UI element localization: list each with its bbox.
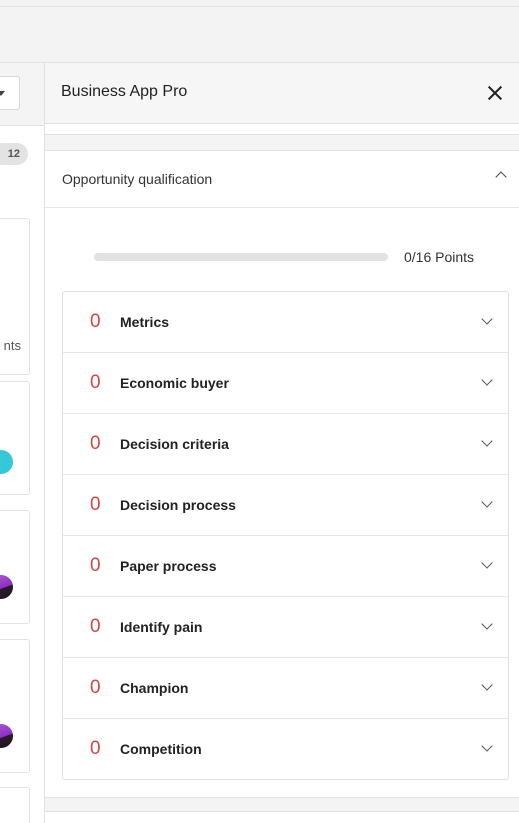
- criterion-champion[interactable]: 0 Champion: [63, 657, 508, 718]
- criterion-paper-process[interactable]: 0 Paper process: [63, 535, 508, 596]
- criterion-metrics[interactable]: 0 Metrics: [63, 292, 508, 352]
- criterion-score: 0: [90, 494, 101, 515]
- chevron-down-icon[interactable]: [481, 740, 493, 752]
- section-title: Opportunity qualification: [62, 171, 213, 187]
- panel-header: Business App Pro: [45, 63, 519, 124]
- panel-title: Business App Pro: [61, 83, 188, 100]
- avatar: [0, 575, 13, 599]
- criterion-identify-pain[interactable]: 0 Identify pain: [63, 596, 508, 657]
- next-section: [45, 811, 519, 823]
- criterion-decision-process[interactable]: 0 Decision process: [63, 474, 508, 535]
- criterion-label: Decision criteria: [120, 436, 229, 452]
- criterion-label: Economic buyer: [120, 375, 229, 391]
- criterion-label: Competition: [120, 741, 202, 757]
- criterion-economic-buyer[interactable]: 0 Economic buyer: [63, 352, 508, 413]
- side-panel: Business App Pro Opportunity qualificati…: [45, 63, 519, 823]
- criterion-label: Champion: [120, 680, 189, 696]
- column-count-badge: 12: [0, 143, 28, 165]
- chevron-down-icon[interactable]: [481, 618, 493, 630]
- chevron-down-icon[interactable]: [481, 313, 493, 325]
- deal-card[interactable]: [0, 639, 30, 773]
- criterion-label: Paper process: [120, 558, 217, 574]
- criterion-competition[interactable]: 0 Competition: [63, 718, 508, 779]
- deal-card[interactable]: nts: [0, 218, 30, 375]
- criterion-score: 0: [90, 555, 101, 576]
- avatar: [0, 450, 13, 474]
- criterion-label: Metrics: [120, 314, 170, 330]
- chevron-down-icon[interactable]: [481, 679, 493, 691]
- criterion-score: 0: [90, 311, 101, 332]
- criterion-label: Identify pain: [120, 619, 203, 635]
- board-filter-dropdown[interactable]: [0, 76, 20, 110]
- criterion-score: 0: [90, 677, 101, 698]
- deal-card[interactable]: [0, 510, 30, 624]
- top-bar: [0, 0, 519, 63]
- pipeline-board-background: 12 nts: [0, 63, 45, 823]
- criterion-score: 0: [90, 372, 101, 393]
- criterion-score: 0: [90, 616, 101, 637]
- criterion-label: Decision process: [120, 497, 236, 513]
- chevron-down-icon[interactable]: [481, 557, 493, 569]
- points-label: 0/16 Points: [404, 249, 475, 265]
- criterion-score: 0: [90, 738, 101, 759]
- close-icon[interactable]: [483, 81, 507, 105]
- chevron-down-icon[interactable]: [481, 496, 493, 508]
- criterion-decision-criteria[interactable]: 0 Decision criteria: [63, 413, 508, 474]
- chevron-down-icon[interactable]: [481, 374, 493, 386]
- criterion-score: 0: [90, 433, 101, 454]
- section-header[interactable]: Opportunity qualification: [45, 151, 519, 208]
- deal-card[interactable]: [0, 381, 30, 495]
- avatar: [0, 724, 13, 748]
- previous-section: [45, 124, 519, 135]
- criteria-list: 0 Metrics 0 Economic buyer 0 Decision cr…: [62, 291, 509, 780]
- deal-card[interactable]: [0, 787, 30, 823]
- caret-down-icon: [0, 91, 5, 96]
- chevron-down-icon[interactable]: [481, 435, 493, 447]
- chevron-up-icon[interactable]: [495, 171, 507, 183]
- opportunity-qualification-section: Opportunity qualification 0/16 Points 0 …: [45, 150, 519, 798]
- qualification-progress-bar: [94, 253, 388, 261]
- deal-card-text: nts: [3, 338, 21, 353]
